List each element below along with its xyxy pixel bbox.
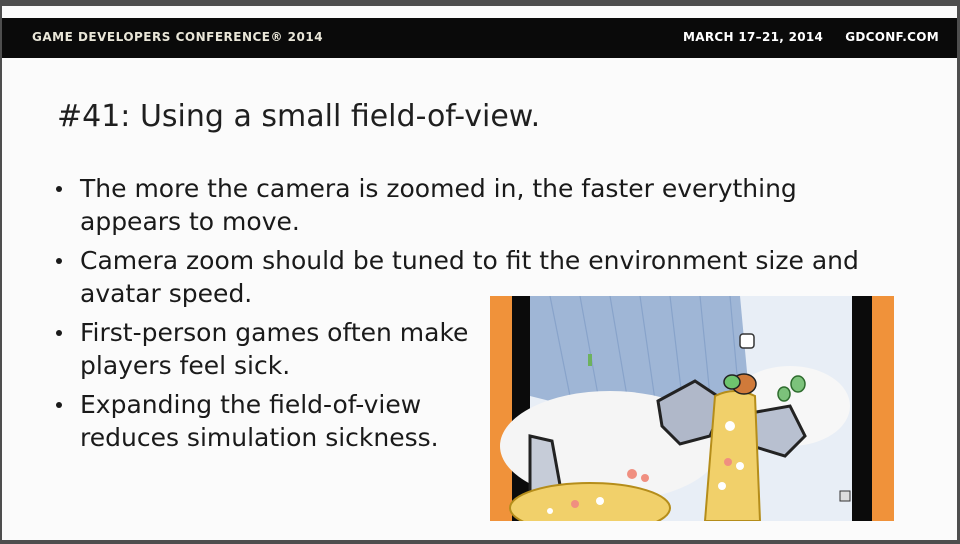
bullet-dot-icon	[56, 258, 62, 264]
presentation-slide: GAME DEVELOPERS CONFERENCE® 2014 MARCH 1…	[2, 6, 957, 540]
conference-name: GAME DEVELOPERS CONFERENCE® 2014	[32, 30, 324, 44]
green-egg	[790, 375, 806, 393]
bullet-dot-icon	[56, 402, 62, 408]
right-orange-pillar	[872, 296, 894, 521]
right-black-border	[852, 296, 872, 521]
game-screenshot-illustration	[490, 296, 894, 521]
bullet-dot-icon	[56, 186, 62, 192]
bullet-dot-icon	[56, 330, 62, 336]
green-marker	[588, 354, 592, 366]
conference-banner: GAME DEVELOPERS CONFERENCE® 2014 MARCH 1…	[2, 18, 957, 58]
video-frame: GAME DEVELOPERS CONFERENCE® 2014 MARCH 1…	[0, 0, 960, 544]
left-orange-pillar	[490, 296, 512, 521]
bullet-item: First-person games often make players fe…	[52, 316, 480, 382]
bullet-text: First-person games often make players fe…	[80, 318, 469, 380]
slide-title: #41: Using a small field-of-view.	[57, 99, 541, 134]
conference-dates: MARCH 17–21, 2014	[683, 30, 824, 44]
bullet-item: The more the camera is zoomed in, the fa…	[52, 172, 840, 238]
left-black-border	[512, 296, 530, 521]
bullet-item: Expanding the field-of-view reduces simu…	[52, 388, 500, 454]
bullet-text: The more the camera is zoomed in, the fa…	[80, 174, 797, 236]
message-block-icon	[739, 333, 755, 349]
flower-pillar	[703, 390, 762, 521]
bullet-text: Expanding the field-of-view reduces simu…	[80, 390, 439, 452]
game-screenshot	[490, 296, 894, 521]
banner-right-group: MARCH 17–21, 2014 GDCONF.COM	[683, 30, 939, 44]
conference-website: GDCONF.COM	[845, 30, 939, 44]
